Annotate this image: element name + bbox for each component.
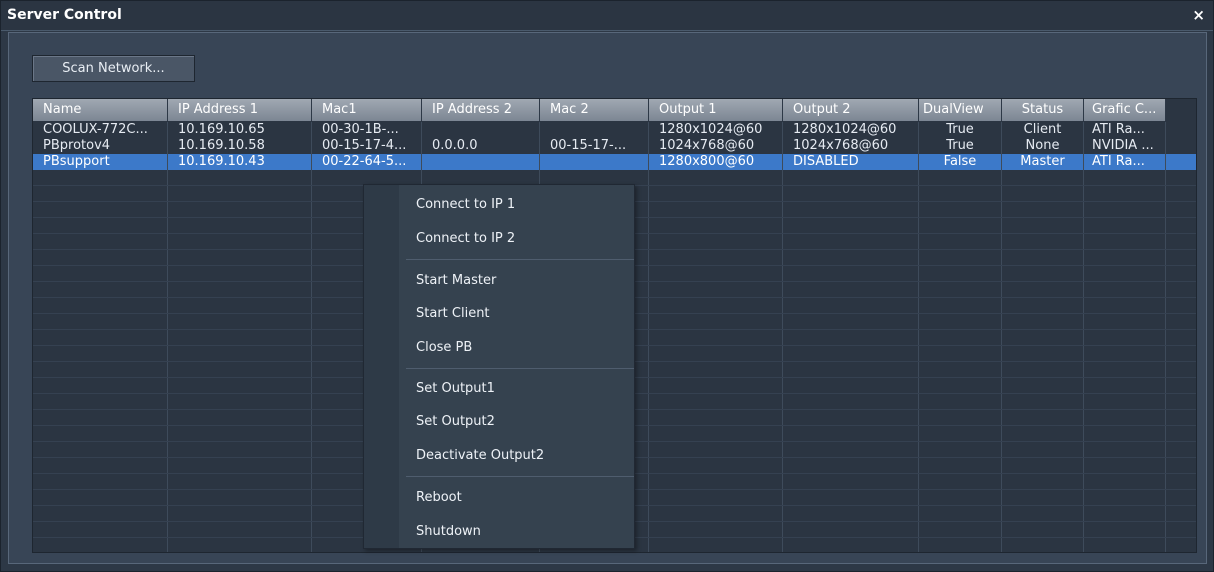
table-body: COOLUX-772C... 10.169.10.65 00-30-1B-...… [33, 122, 1196, 170]
cell-status: Client [1002, 122, 1084, 138]
col-header-name[interactable]: Name [33, 99, 168, 121]
col-header-grafic[interactable]: Grafic C... [1084, 99, 1166, 121]
cell-grafic: ATI Ra... [1084, 122, 1166, 138]
menu-item-shutdown[interactable]: Shutdown [416, 524, 481, 539]
cell-ip2 [422, 122, 540, 138]
cell-mac2 [540, 122, 649, 138]
cell-ip2 [422, 154, 540, 170]
title-bar: Server Control × [1, 1, 1213, 31]
cell-mac1: 00-22-64-5... [312, 154, 422, 170]
cell-output2: 1280x1024@60 [783, 122, 919, 138]
cell-mac1: 00-30-1B-... [312, 122, 422, 138]
menu-item-reboot[interactable]: Reboot [416, 490, 462, 505]
cell-mac1: 00-15-17-4... [312, 138, 422, 154]
cell-ip1: 10.169.10.65 [168, 122, 312, 138]
cell-ip2: 0.0.0.0 [422, 138, 540, 154]
table-header: Name IP Address 1 Mac1 IP Address 2 Mac … [33, 99, 1196, 122]
cell-mac2 [540, 154, 649, 170]
col-header-mac2[interactable]: Mac 2 [540, 99, 649, 121]
col-header-ip2[interactable]: IP Address 2 [422, 99, 540, 121]
menu-item-start-client[interactable]: Start Client [416, 306, 490, 321]
cell-name: COOLUX-772C... [33, 122, 168, 138]
menu-separator [406, 259, 634, 260]
menu-item-deactivate-output2[interactable]: Deactivate Output2 [416, 448, 544, 463]
col-header-mac1[interactable]: Mac1 [312, 99, 422, 121]
menu-item-close-pb[interactable]: Close PB [416, 340, 472, 355]
menu-item-start-master[interactable]: Start Master [416, 273, 496, 288]
cell-status: None [1002, 138, 1084, 154]
menu-separator [406, 476, 634, 477]
menu-icon-gutter [364, 185, 399, 548]
menu-separator [406, 368, 634, 369]
cell-output1: 1280x1024@60 [649, 122, 783, 138]
col-header-status[interactable]: Status [1002, 99, 1084, 121]
cell-status: Master [1002, 154, 1084, 170]
cell-output1: 1024x768@60 [649, 138, 783, 154]
cell-name: PBprotov4 [33, 138, 168, 154]
menu-item-connect-ip1[interactable]: Connect to IP 1 [416, 197, 515, 212]
cell-ip1: 10.169.10.43 [168, 154, 312, 170]
cell-grafic: NVIDIA ... [1084, 138, 1166, 154]
menu-item-set-output1[interactable]: Set Output1 [416, 381, 495, 396]
table-row[interactable]: PBprotov4 10.169.10.58 00-15-17-4... 0.0… [33, 138, 1196, 154]
cell-dualview: True [919, 122, 1002, 138]
table-row[interactable]: COOLUX-772C... 10.169.10.65 00-30-1B-...… [33, 122, 1196, 138]
menu-item-connect-ip2[interactable]: Connect to IP 2 [416, 231, 515, 246]
col-header-dualview[interactable]: DualView [919, 99, 1002, 121]
cell-output1: 1280x800@60 [649, 154, 783, 170]
col-header-ip1[interactable]: IP Address 1 [168, 99, 312, 121]
cell-dualview: False [919, 154, 1002, 170]
context-menu: Connect to IP 1 Connect to IP 2 Start Ma… [363, 184, 635, 549]
cell-grafic: ATI Ra... [1084, 154, 1166, 170]
cell-name: PBsupport [33, 154, 168, 170]
cell-ip1: 10.169.10.58 [168, 138, 312, 154]
scan-network-button[interactable]: Scan Network... [32, 55, 195, 82]
window-title: Server Control [7, 7, 122, 23]
col-header-output1[interactable]: Output 1 [649, 99, 783, 121]
cell-output2: DISABLED [783, 154, 919, 170]
menu-item-set-output2[interactable]: Set Output2 [416, 414, 495, 429]
col-header-output2[interactable]: Output 2 [783, 99, 919, 121]
close-icon[interactable]: × [1192, 6, 1205, 24]
cell-mac2: 00-15-17-... [540, 138, 649, 154]
server-control-window: Server Control × Scan Network... Name IP… [0, 0, 1214, 572]
cell-output2: 1024x768@60 [783, 138, 919, 154]
cell-dualview: True [919, 138, 1002, 154]
table-row-selected[interactable]: PBsupport 10.169.10.43 00-22-64-5... 128… [33, 154, 1196, 170]
